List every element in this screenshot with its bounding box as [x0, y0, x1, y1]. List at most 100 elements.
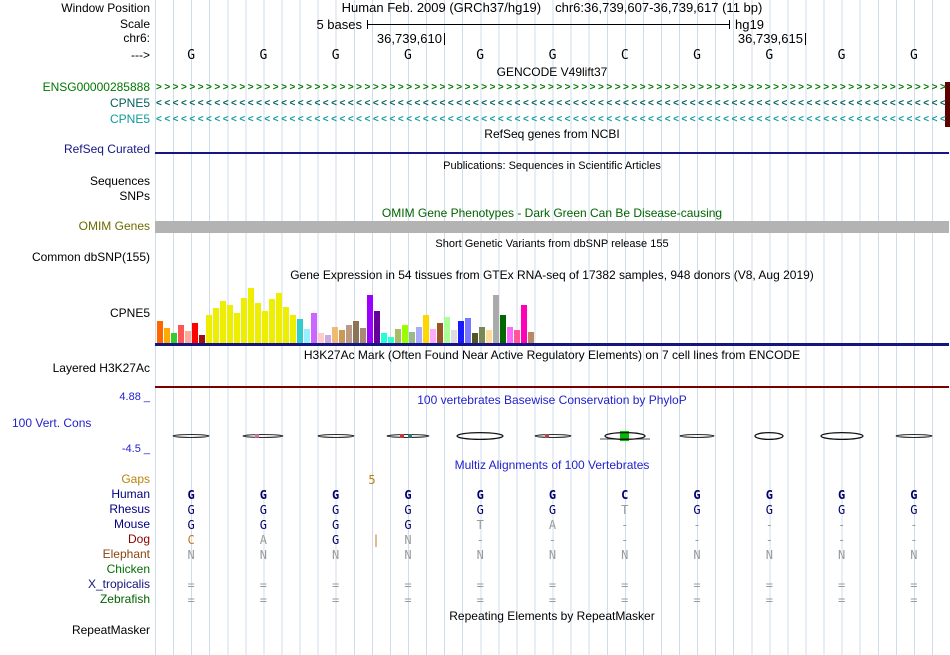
species-label-elephant[interactable]: Elephant [0, 548, 150, 561]
alignment-base: G [187, 503, 195, 517]
gtex-bar [395, 329, 401, 343]
reference-base: G [909, 48, 918, 63]
gtex-bar [276, 293, 282, 343]
alignment-base: N [621, 548, 629, 562]
scale-bases-text: 5 bases [316, 17, 362, 32]
alignment-base: N [910, 548, 918, 562]
alignment-base: = [910, 578, 918, 592]
window-position-label: Window Position [61, 1, 150, 15]
gencode-title: GENCODE V49lift37 [496, 65, 608, 79]
alignment-base: G [693, 503, 701, 517]
reference-base: G [693, 48, 701, 63]
gene-label-cpne5[interactable]: CPNE5 [0, 97, 150, 110]
alignment-base: G [332, 503, 340, 517]
gtex-bar [367, 295, 373, 343]
multiz-title: Multiz Alignments of 100 Vertebrates [454, 458, 650, 472]
refseq-title: RefSeq genes from NCBI [484, 127, 620, 141]
alignment-base: = [332, 593, 340, 607]
species-label-rhesus[interactable]: Rhesus [0, 503, 150, 516]
alignment-base: G [187, 518, 195, 532]
species-label-human[interactable]: Human [0, 488, 150, 501]
alignment-base: = [404, 578, 412, 592]
species-label-x_tropicalis[interactable]: X_tropicalis [0, 578, 150, 591]
alignment-base: - [765, 518, 773, 532]
reference-base: G [259, 48, 268, 63]
species-label-gaps[interactable]: Gaps [0, 473, 150, 486]
alignment-base: N [332, 548, 340, 562]
alignment-base: G [476, 503, 484, 517]
phylop-glyph [679, 434, 715, 438]
gtex-bar [297, 319, 303, 343]
phylop-max-value: 4.88 _ [119, 391, 150, 403]
alignment-base: = [476, 593, 484, 607]
omim-gene-bar[interactable] [155, 221, 949, 233]
gtex-gene-label[interactable]: CPNE5 [0, 307, 150, 320]
genome-browser-image: Human Feb. 2009 (GRCh37/hg19) chr6: 36,73… [0, 0, 950, 655]
alignment-base: G [404, 518, 412, 532]
species-label-dog[interactable]: Dog [0, 533, 150, 546]
species-label-zebrafish[interactable]: Zebrafish [0, 593, 150, 606]
alignment-base: - [548, 533, 557, 547]
alignment-base: N [548, 548, 557, 562]
layered-h3k27ac-label[interactable]: Layered H3K27Ac [0, 362, 150, 375]
gene-model-row-ensg00000285888[interactable]: >>>>>>>>>>>>>>>>>>>>>>>>>>>>>>>>>>>>>>>>… [156, 82, 948, 95]
gtex-bar [528, 332, 534, 343]
gtex-bar [157, 321, 163, 343]
alignment-base: G [259, 488, 268, 502]
alignment-base: - [765, 533, 773, 547]
gtex-bar [332, 327, 338, 343]
alignment-base: - [621, 533, 629, 547]
alignment-base: = [910, 593, 918, 607]
alignment-base: - [476, 533, 484, 547]
snps-label[interactable]: SNPs [0, 190, 150, 203]
gene-label-ensg00000285888[interactable]: ENSG00000285888 [0, 81, 150, 94]
alignment-base: G [187, 488, 195, 502]
common-dbsnp-label[interactable]: Common dbSNP(155) [0, 251, 150, 264]
strand-label[interactable]: ---> [0, 49, 150, 62]
gtex-bar [374, 311, 380, 343]
alignment-base: N [693, 548, 701, 562]
alignment-base: G [548, 503, 557, 517]
h3k27ac-title: H3K27Ac Mark (Often Found Near Active Re… [303, 348, 801, 362]
species-label-mouse[interactable]: Mouse [0, 518, 150, 531]
gtex-bar [430, 329, 436, 343]
gene-label-cpne5[interactable]: CPNE5 [0, 113, 150, 126]
sequences-label[interactable]: Sequences [0, 175, 150, 188]
alignment-base: G [765, 488, 773, 502]
gtex-bar [472, 333, 478, 343]
omim-title: OMIM Gene Phenotypes - Dark Green Can Be… [381, 206, 723, 220]
alignment-base: = [693, 593, 701, 607]
species-label-chicken[interactable]: Chicken [0, 563, 150, 576]
alignment-base: G [259, 518, 268, 532]
alignment-base: = [548, 578, 557, 592]
gtex-bar [360, 328, 366, 343]
vert-cons-label[interactable]: 100 Vert. Cons [12, 417, 91, 430]
omim-genes-label[interactable]: OMIM Genes [0, 220, 150, 233]
reference-base: G [404, 48, 412, 63]
refseq-curated-label[interactable]: RefSeq Curated [0, 143, 150, 156]
alignment-base: - [910, 533, 918, 547]
repeatmasker-label[interactable]: RepeatMasker [0, 624, 150, 637]
alignment-base: = [187, 578, 195, 592]
gtex-bar [220, 301, 226, 343]
reference-base: C [620, 48, 629, 63]
gene-model-row-cpne5[interactable]: <<<<<<<<<<<<<<<<<<<<<<<<<<<<<<<<<<<<<<<<… [156, 98, 948, 111]
alignment-base: A [548, 518, 557, 532]
gtex-bar [171, 333, 177, 343]
alignment-base: = [621, 593, 629, 607]
alignment-base: = [332, 578, 340, 592]
gtex-bar [199, 335, 205, 343]
gtex-bar [241, 298, 247, 343]
gene-model-row-cpne5[interactable]: <<<<<<<<<<<<<<<<<<<<<<<<<<<<<<<<<<<<<<<<… [156, 114, 948, 127]
gtex-bar [318, 333, 324, 343]
assembly-title: Human Feb. 2009 (GRCh37/hg19) [341, 0, 542, 15]
alignment-base: = [693, 578, 701, 592]
alignment-base: G [548, 488, 557, 502]
chrom-label: chr6: [123, 31, 150, 45]
gtex-bar [444, 317, 450, 343]
coordinate-tick-1: 36,739,610 [376, 31, 442, 46]
refseq-curated-item[interactable] [155, 152, 949, 154]
gtex-bar [185, 331, 191, 343]
alignment-base: = [765, 593, 773, 607]
gtex-bar [493, 295, 499, 343]
